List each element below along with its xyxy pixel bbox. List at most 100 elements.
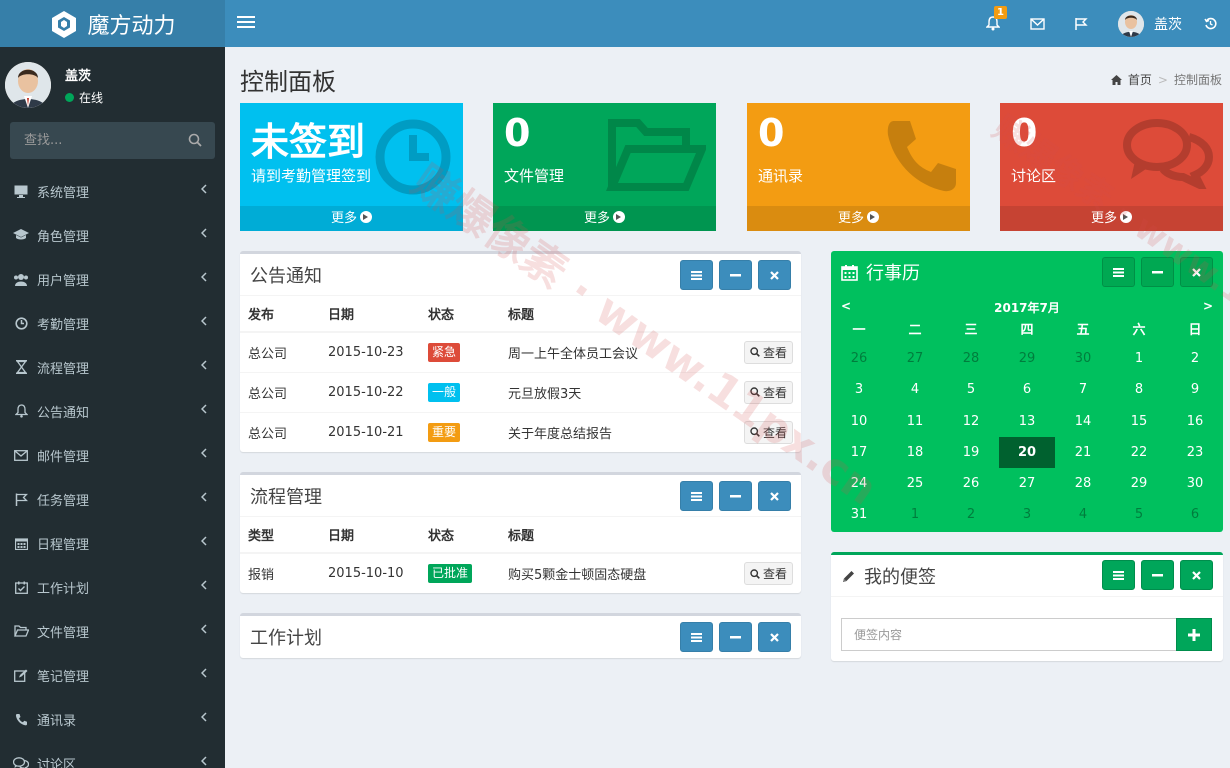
collapse-button[interactable] (719, 481, 752, 511)
sidebar-item-4[interactable]: 流程管理 (0, 345, 225, 389)
sidebar-item-3[interactable]: 考勤管理 (0, 301, 225, 345)
tasks-button[interactable] (1061, 0, 1101, 47)
collapse-button[interactable] (1141, 560, 1174, 590)
list-button[interactable] (680, 260, 713, 290)
calendar-day[interactable]: 1 (1111, 343, 1167, 374)
sidebar-item-8[interactable]: 日程管理 (0, 521, 225, 565)
collapse-button[interactable] (1141, 257, 1174, 287)
cell-title[interactable]: 关于年度总结报告 (500, 411, 709, 452)
calendar-day[interactable]: 21 (1055, 437, 1111, 468)
calendar-day[interactable]: 7 (1055, 374, 1111, 405)
view-button[interactable]: 查看 (743, 562, 793, 585)
cell-title[interactable]: 购买5颗金士顿固态硬盘 (500, 552, 712, 593)
calendar-prev-button[interactable]: < (841, 299, 851, 313)
calendar-day[interactable]: 5 (1111, 499, 1167, 530)
sidebar-item-0[interactable]: 系统管理 (0, 169, 225, 213)
calendar-day[interactable]: 27 (999, 468, 1055, 499)
logout-button[interactable] (1190, 0, 1230, 47)
calendar-day[interactable]: 31 (831, 499, 887, 530)
calendar-day[interactable]: 6 (999, 374, 1055, 405)
calendar-day[interactable]: 3 (831, 374, 887, 405)
collapse-button[interactable] (719, 622, 752, 652)
calendar-day[interactable]: 4 (887, 374, 943, 405)
calendar-day[interactable]: 5 (943, 374, 999, 405)
view-button[interactable]: 查看 (743, 420, 793, 444)
calendar-day[interactable]: 1 (887, 499, 943, 530)
calendar-day[interactable]: 29 (999, 343, 1055, 374)
calendar-day[interactable]: 2 (1167, 343, 1223, 374)
close-button[interactable] (1180, 257, 1213, 287)
calendar-day[interactable]: 25 (887, 468, 943, 499)
notifications-button[interactable]: 1 (973, 0, 1013, 47)
collapse-button[interactable] (719, 260, 752, 290)
search-icon[interactable] (188, 133, 202, 147)
status-badge: 紧急 (428, 342, 461, 362)
calendar-day[interactable]: 9 (1167, 374, 1223, 405)
calendar-day[interactable]: 26 (943, 468, 999, 499)
calendar-day[interactable]: 24 (831, 468, 887, 499)
info-box-more-link[interactable]: 更多 (1000, 206, 1223, 231)
calendar-day[interactable]: 28 (943, 343, 999, 374)
sidebar-item-7[interactable]: 任务管理 (0, 477, 225, 521)
sidebar-search-input[interactable] (10, 133, 180, 148)
menu-toggle-icon[interactable] (237, 13, 255, 33)
breadcrumb-home-link[interactable]: 首页 (1128, 71, 1152, 88)
list-button[interactable] (680, 622, 713, 652)
calendar-day[interactable]: 14 (1055, 406, 1111, 437)
calendar-day[interactable]: 8 (1111, 374, 1167, 405)
sidebar-item-12[interactable]: 通讯录 (0, 697, 225, 741)
calendar-day[interactable]: 27 (887, 343, 943, 374)
calendar-day[interactable]: 22 (1111, 437, 1167, 468)
calendar-day[interactable]: 16 (1167, 406, 1223, 437)
info-box-more-link[interactable]: 更多 (493, 206, 716, 231)
view-button[interactable]: 查看 (743, 380, 793, 404)
list-button[interactable] (1102, 560, 1135, 590)
app-logo[interactable]: 魔方动力 (0, 0, 225, 47)
sidebar-item-11[interactable]: 笔记管理 (0, 653, 225, 697)
list-button[interactable] (680, 481, 713, 511)
calendar-day[interactable]: 12 (943, 406, 999, 437)
calendar-day[interactable]: 10 (831, 406, 887, 437)
user-menu[interactable]: 盖茨 (1118, 0, 1182, 47)
close-button[interactable] (758, 260, 791, 290)
calendar-day[interactable]: 19 (943, 437, 999, 468)
calendar-day[interactable]: 2 (943, 499, 999, 530)
note-content-input[interactable] (841, 618, 1177, 651)
calendar-day-today[interactable]: 20 (999, 436, 1055, 469)
sidebar-item-5[interactable]: 公告通知 (0, 389, 225, 433)
history-icon (1203, 17, 1217, 30)
calendar-next-button[interactable]: > (1203, 299, 1213, 313)
sidebar-item-10[interactable]: 文件管理 (0, 609, 225, 653)
cell-title[interactable]: 周一上午全体员工会议 (500, 331, 709, 372)
calendar-day[interactable]: 4 (1055, 499, 1111, 530)
calendar-day[interactable]: 11 (887, 406, 943, 437)
messages-button[interactable] (1017, 0, 1057, 47)
sidebar-item-9[interactable]: 工作计划 (0, 565, 225, 609)
close-button[interactable] (758, 481, 791, 511)
column-header-actions (708, 296, 801, 333)
calendar-day[interactable]: 30 (1167, 468, 1223, 499)
sidebar-item-1[interactable]: 角色管理 (0, 213, 225, 257)
calendar-day[interactable]: 29 (1111, 468, 1167, 499)
info-box-more-link[interactable]: 更多 (747, 206, 970, 231)
info-box-more-link[interactable]: 更多 (240, 206, 463, 231)
sidebar-item-13[interactable]: 讨论区 (0, 741, 225, 768)
calendar-day[interactable]: 17 (831, 437, 887, 468)
calendar-day[interactable]: 26 (831, 343, 887, 374)
calendar-day[interactable]: 3 (999, 499, 1055, 530)
calendar-day[interactable]: 28 (1055, 468, 1111, 499)
view-button[interactable]: 查看 (743, 340, 793, 364)
calendar-day[interactable]: 15 (1111, 406, 1167, 437)
list-button[interactable] (1102, 257, 1135, 287)
sidebar-item-2[interactable]: 用户管理 (0, 257, 225, 301)
close-button[interactable] (758, 622, 791, 652)
calendar-day[interactable]: 6 (1167, 499, 1223, 530)
calendar-day[interactable]: 13 (999, 406, 1055, 437)
sidebar-item-6[interactable]: 邮件管理 (0, 433, 225, 477)
cell-title[interactable]: 元旦放假3天 (500, 371, 709, 412)
calendar-day[interactable]: 18 (887, 437, 943, 468)
calendar-day[interactable]: 23 (1167, 437, 1223, 468)
close-button[interactable] (1180, 560, 1213, 590)
add-note-button[interactable] (1176, 618, 1212, 651)
calendar-day[interactable]: 30 (1055, 343, 1111, 374)
